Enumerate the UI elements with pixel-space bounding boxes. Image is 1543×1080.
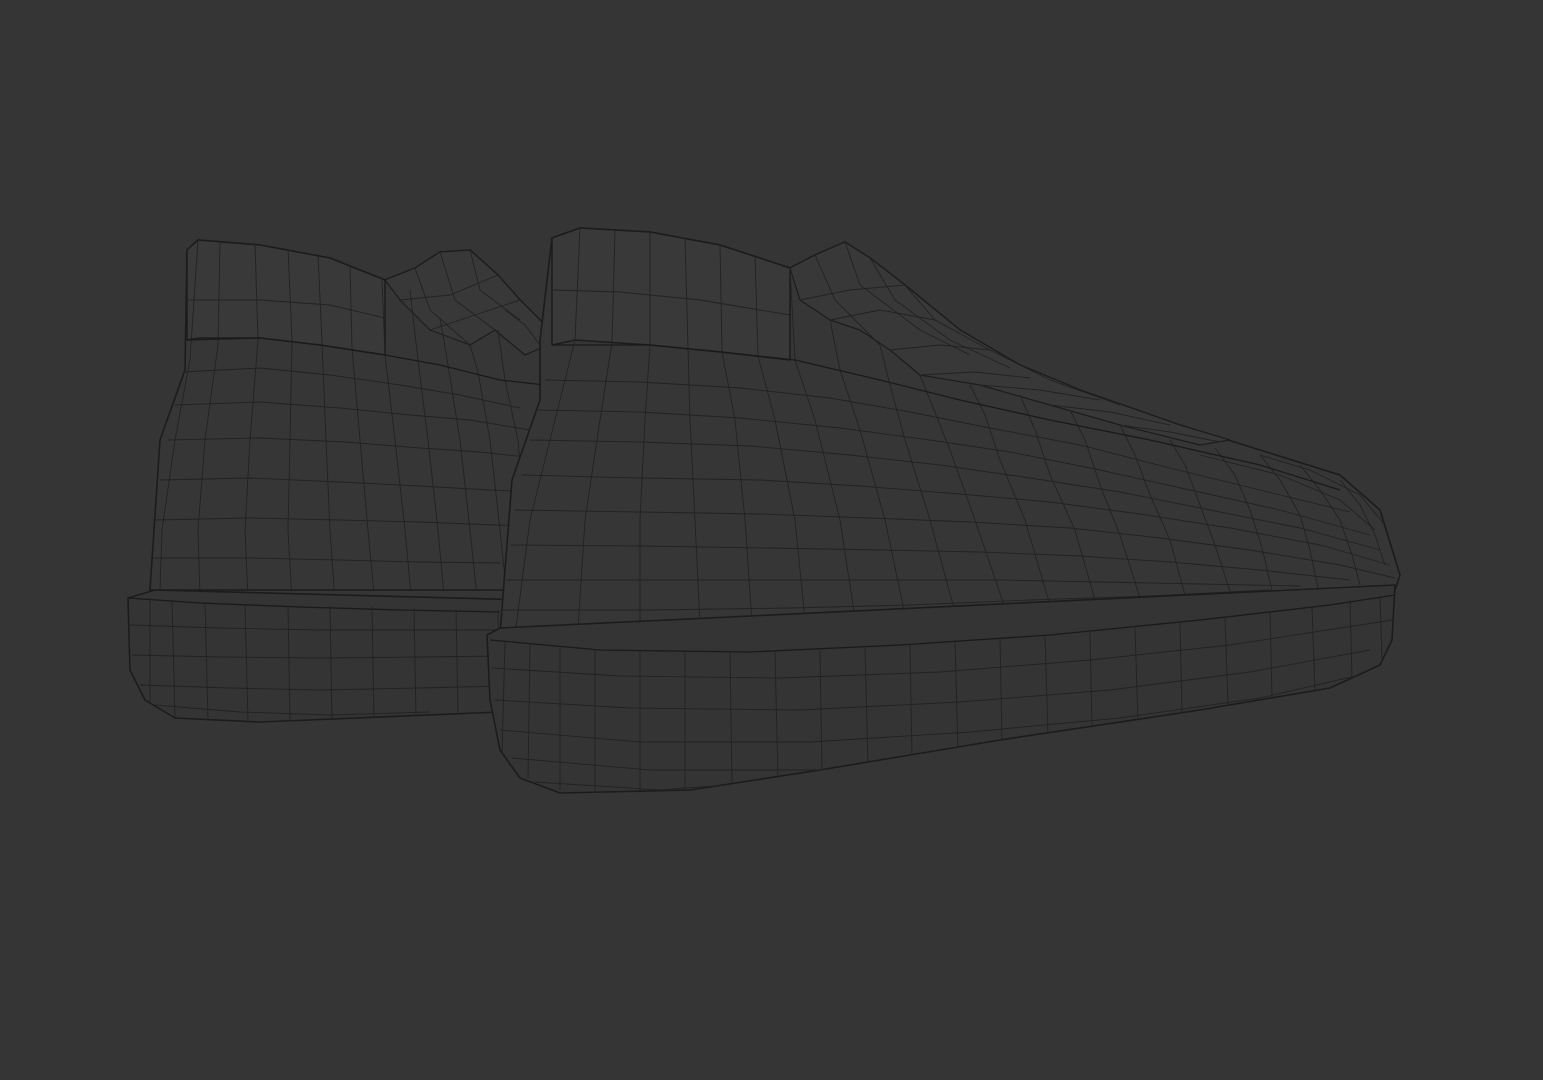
right-sneaker <box>486 227 1401 794</box>
left-sneaker <box>127 239 549 723</box>
sneakers-wireframe <box>127 227 1401 794</box>
left-sneaker-heel-tab <box>186 239 386 356</box>
viewport <box>0 0 1543 1080</box>
right-sneaker-heel-tab <box>551 227 791 361</box>
